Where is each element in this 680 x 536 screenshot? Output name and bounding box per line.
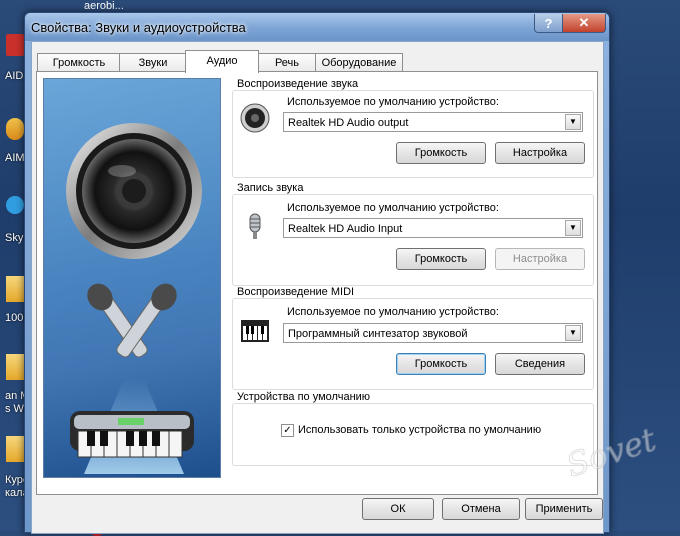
recording-device-label: Используемое по умолчанию устройство: [287, 202, 499, 214]
use-only-default-devices-label[interactable]: Использовать только устройства по умолча… [298, 424, 541, 436]
cancel-button[interactable]: Отмена [442, 498, 520, 520]
playback-device-value: Realtek HD Audio output [288, 117, 409, 129]
desktop-icon-skype[interactable] [6, 196, 24, 214]
playback-group-label: Воспроизведение звука [237, 78, 359, 90]
playback-device-label: Используемое по умолчанию устройство: [287, 96, 499, 108]
playback-volume-button[interactable]: Громкость [396, 142, 486, 164]
tab-volume[interactable]: Громкость [37, 53, 121, 72]
speaker-icon [240, 103, 270, 133]
tab-hardware[interactable]: Оборудование [315, 53, 403, 72]
help-button[interactable]: ? [534, 14, 563, 33]
defaults-group-label: Устройства по умолчанию [237, 391, 371, 403]
apply-button[interactable]: Применить [525, 498, 603, 520]
close-icon: ✕ [578, 15, 590, 30]
recording-device-value: Realtek HD Audio Input [288, 223, 403, 235]
watermark-logo: Sovet [561, 420, 660, 480]
midi-volume-button[interactable]: Громкость [396, 353, 486, 375]
chevron-down-icon[interactable]: ▼ [565, 325, 581, 341]
desktop-label-skype: Sky [5, 232, 24, 244]
ok-button[interactable]: ОК [362, 498, 434, 520]
desktop-icon-folder-3[interactable] [6, 436, 24, 462]
window-title: Свойства: Звуки и аудиоустройства [31, 20, 246, 35]
recording-group-label: Запись звука [237, 182, 304, 194]
help-icon: ? [544, 15, 553, 31]
recording-device-select[interactable]: Realtek HD Audio Input ▼ [283, 218, 583, 238]
desktop-icon-folder-1[interactable] [6, 276, 24, 302]
desktop-label-aim: AIM [5, 152, 25, 164]
close-button[interactable]: ✕ [562, 14, 606, 33]
recording-settings-button[interactable]: Настройка [495, 248, 585, 270]
desktop-top-label: aerobi... [84, 0, 124, 12]
tab-sounds[interactable]: Звуки [119, 53, 187, 72]
desktop-icon-folder-2[interactable] [6, 354, 24, 380]
tab-audio[interactable]: Аудио [185, 50, 259, 73]
microphone-icon [249, 213, 261, 239]
use-only-default-devices-checkbox[interactable]: ✓ [281, 424, 294, 437]
microphones-icon [87, 283, 177, 358]
speaker-mic-keyboard-illustration [66, 123, 202, 474]
recording-volume-button[interactable]: Громкость [396, 248, 486, 270]
midi-keyboard-icon [241, 320, 269, 342]
audio-illustration [43, 78, 221, 478]
desktop-icon-aid[interactable] [6, 34, 24, 56]
midi-group-label: Воспроизведение MIDI [237, 286, 355, 298]
sound-properties-window: Свойства: Звуки и аудиоустройства ? ✕ Гр… [24, 12, 610, 534]
speaker-icon [66, 123, 202, 259]
playback-device-select[interactable]: Realtek HD Audio output ▼ [283, 112, 583, 132]
midi-info-button[interactable]: Сведения [495, 353, 585, 375]
midi-device-value: Программный синтезатор звуковой [288, 328, 468, 340]
desktop-label-aid: AID [5, 70, 24, 82]
svg-text:Sovet: Sovet [562, 420, 660, 480]
keyboard-icon [70, 379, 194, 474]
tab-speech[interactable]: Речь [257, 53, 317, 72]
audio-tab-panel: Воспроизведение звука Используемое по ум… [36, 71, 598, 495]
desktop-icon-aim[interactable] [6, 118, 24, 140]
playback-settings-button[interactable]: Настройка [495, 142, 585, 164]
title-bar[interactable]: Свойства: Звуки и аудиоустройства ? ✕ [25, 13, 609, 41]
midi-device-select[interactable]: Программный синтезатор звуковой ▼ [283, 323, 583, 343]
chevron-down-icon[interactable]: ▼ [565, 114, 581, 130]
chevron-down-icon[interactable]: ▼ [565, 220, 581, 236]
midi-device-label: Используемое по умолчанию устройство: [287, 306, 499, 318]
dialog-body: Громкость Звуки Аудио Речь Оборудование [31, 41, 604, 534]
